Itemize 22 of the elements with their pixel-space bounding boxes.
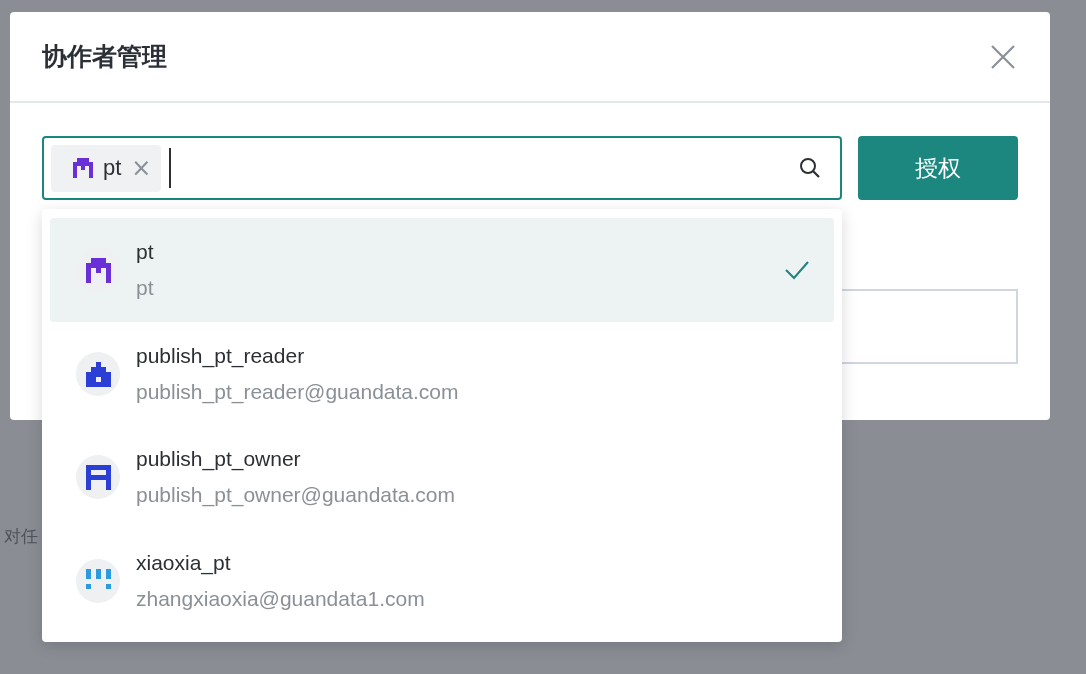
search-icon [798,156,822,180]
user-option[interactable]: publish_pt_reader publish_pt_reader@guandata.com [50,321,834,426]
user-name: publish_pt_reader [136,343,305,368]
tag-label: pt [103,155,122,181]
user-email: publish_pt_owner@guandata.com [136,483,456,508]
user-name: publish_pt_owner [136,447,301,472]
user-option[interactable]: pt pt [50,218,834,322]
avatar-icon [76,559,120,604]
user-option[interactable]: xiaoxia_pt zhangxiaoxia@guandata1.com [50,529,834,633]
user-email: pt [136,275,154,300]
avatar-icon [76,351,120,396]
user-name: pt [136,239,154,264]
background-text: 对任 [4,526,38,548]
dialog-title: 协作者管理 [42,41,167,72]
user-email: zhangxiaoxia@guandata1.com [136,587,425,612]
search-field[interactable]: pt × [42,136,842,200]
user-name: xiaoxia_pt [136,551,231,576]
authorize-button[interactable]: 授权 [858,136,1018,200]
avatar-icon [76,455,120,500]
user-email: publish_pt_reader@guandata.com [136,379,459,404]
user-option[interactable]: publish_pt_owner publish_pt_owner@guandata.com [50,425,834,530]
check-icon [784,259,810,280]
